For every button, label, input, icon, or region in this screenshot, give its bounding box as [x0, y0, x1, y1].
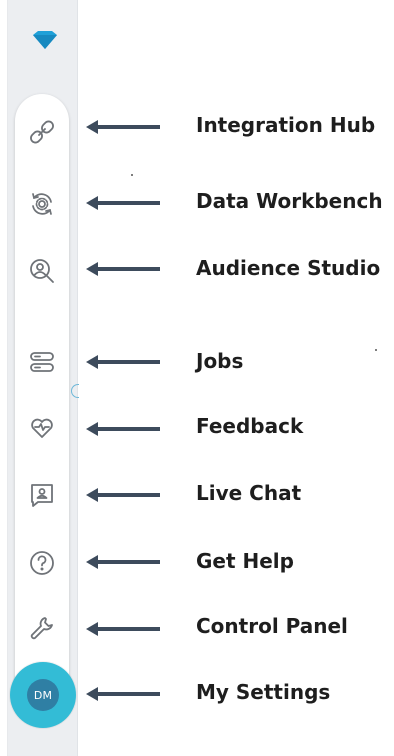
arrow-icon: [84, 684, 162, 704]
speck: [375, 349, 377, 351]
user-search-icon[interactable]: [28, 257, 56, 285]
arrow-icon: [84, 352, 162, 372]
arrow-icon: [84, 419, 162, 439]
collapse-handle[interactable]: [71, 384, 79, 398]
diamond-logo-icon[interactable]: [31, 30, 59, 52]
label-control-panel: Control Panel: [196, 614, 348, 638]
wrench-icon[interactable]: [28, 614, 56, 642]
label-live-chat: Live Chat: [196, 481, 302, 505]
arrow-icon: [84, 485, 162, 505]
arrow-icon: [84, 619, 162, 639]
chat-user-icon[interactable]: [28, 481, 56, 509]
speck: [131, 174, 133, 176]
label-data-workbench: Data Workbench: [196, 189, 383, 213]
label-get-help: Get Help: [196, 549, 294, 573]
avatar-initials: DM: [27, 679, 59, 711]
question-circle-icon[interactable]: [28, 549, 56, 577]
avatar[interactable]: DM: [10, 662, 76, 728]
label-integration-hub: Integration Hub: [196, 113, 376, 137]
gear-cycle-icon[interactable]: [28, 190, 56, 218]
arrow-icon: [84, 259, 162, 279]
label-audience-studio: Audience Studio: [196, 256, 381, 280]
arrow-icon: [84, 552, 162, 572]
arrow-icon: [84, 193, 162, 213]
jobs-list-icon[interactable]: [28, 348, 56, 376]
arrow-icon: [84, 117, 162, 137]
heart-feedback-icon[interactable]: [28, 414, 56, 442]
label-jobs: Jobs: [196, 349, 244, 373]
link-icon[interactable]: [28, 118, 56, 146]
label-my-settings: My Settings: [196, 680, 331, 704]
label-feedback: Feedback: [196, 414, 304, 438]
